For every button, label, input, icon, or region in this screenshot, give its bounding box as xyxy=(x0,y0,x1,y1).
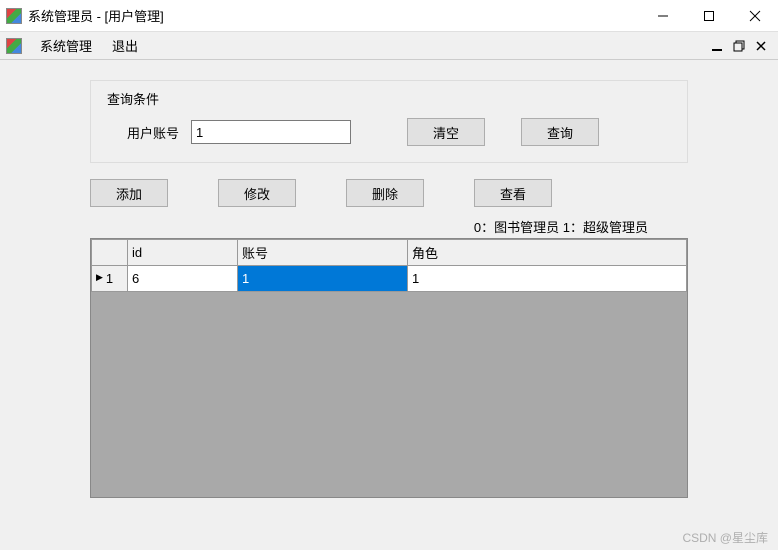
row-indicator[interactable]: 1 xyxy=(92,266,128,292)
titlebar: 系统管理员 - [用户管理] xyxy=(0,0,778,32)
app-icon xyxy=(6,8,22,24)
action-row: 添加 修改 删除 查看 xyxy=(90,179,688,207)
role-legend: 0：图书管理员 1：超级管理员 xyxy=(90,217,688,236)
mdi-close-icon[interactable] xyxy=(752,37,770,55)
delete-button[interactable]: 删除 xyxy=(346,179,424,207)
mdi-child-icon xyxy=(6,38,22,54)
search-group-title: 查询条件 xyxy=(107,89,671,108)
client-area: 查询条件 用户账号 清空 查询 添加 修改 删除 查看 0：图书管理员 1：超级… xyxy=(0,60,778,550)
close-button[interactable] xyxy=(732,0,778,32)
cell-role[interactable]: 1 xyxy=(408,266,687,292)
table-row[interactable]: 1 6 1 1 xyxy=(92,266,687,292)
cell-id[interactable]: 6 xyxy=(128,266,238,292)
col-header-role[interactable]: 角色 xyxy=(408,240,687,266)
account-label: 用户账号 xyxy=(127,123,179,142)
search-group: 查询条件 用户账号 清空 查询 xyxy=(90,80,688,163)
window-title: 系统管理员 - [用户管理] xyxy=(28,6,640,25)
maximize-button[interactable] xyxy=(686,0,732,32)
menubar: 系统管理 退出 xyxy=(0,32,778,60)
menu-exit[interactable]: 退出 xyxy=(102,32,148,59)
minimize-button[interactable] xyxy=(640,0,686,32)
menu-system[interactable]: 系统管理 xyxy=(30,32,102,59)
data-grid[interactable]: id 账号 角色 1 6 1 1 xyxy=(90,238,688,498)
mdi-controls xyxy=(708,37,778,55)
add-button[interactable]: 添加 xyxy=(90,179,168,207)
col-header-id[interactable]: id xyxy=(128,240,238,266)
window-controls xyxy=(640,0,778,32)
grid-header-row: id 账号 角色 xyxy=(92,240,687,266)
view-button[interactable]: 查看 xyxy=(474,179,552,207)
grid-corner xyxy=(92,240,128,266)
account-input[interactable] xyxy=(191,120,351,144)
watermark: CSDN @星尘库 xyxy=(682,529,768,546)
mdi-minimize-icon[interactable] xyxy=(708,37,726,55)
mdi-restore-icon[interactable] xyxy=(730,37,748,55)
col-header-account[interactable]: 账号 xyxy=(238,240,408,266)
edit-button[interactable]: 修改 xyxy=(218,179,296,207)
cell-account[interactable]: 1 xyxy=(238,266,408,292)
clear-button[interactable]: 清空 xyxy=(407,118,485,146)
query-button[interactable]: 查询 xyxy=(521,118,599,146)
search-row: 用户账号 清空 查询 xyxy=(107,118,671,146)
